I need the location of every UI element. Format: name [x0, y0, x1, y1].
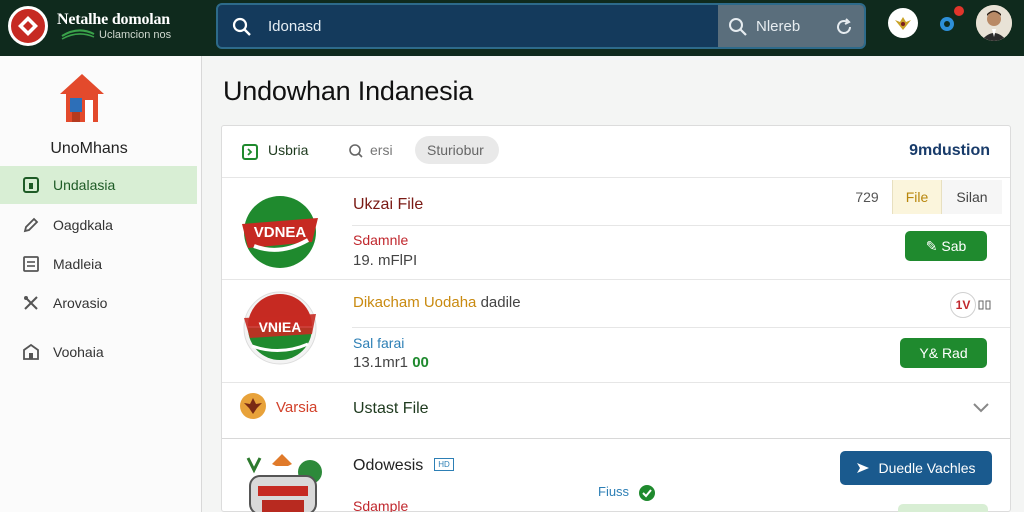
emblem-text: VDNEA: [254, 224, 307, 241]
center-label[interactable]: Fiuss: [598, 484, 629, 499]
hd-tag: HD: [434, 458, 454, 471]
row-divider: [222, 279, 1010, 280]
file-subtitle: Sdamnle: [353, 232, 409, 248]
search-bar[interactable]: Idonasd Nlereb: [216, 3, 866, 49]
tab-sturiobur[interactable]: Sturiobur: [415, 136, 499, 164]
status-badge[interactable]: 1V: [950, 292, 976, 318]
row-divider: [352, 225, 1010, 226]
partial-button[interactable]: [898, 504, 988, 512]
content-card: Usbria ersi Sturiobur 9mdustion 729 File…: [221, 125, 1011, 512]
refresh-icon[interactable]: [834, 17, 854, 37]
sidebar-item-label: Oagdkala: [53, 217, 113, 233]
house-logo-icon: [60, 74, 104, 122]
file-meta: 19. mFlPI: [353, 252, 418, 269]
temple-illustration-icon: [246, 454, 322, 512]
tab-label: Sturiobur: [427, 142, 484, 158]
sidebar-item-arovasio[interactable]: Arovasio: [0, 284, 197, 322]
chevron-down-icon[interactable]: [972, 402, 990, 414]
user-avatar-icon: [976, 5, 1012, 41]
file-meta: 13.1mr1 00: [353, 354, 429, 371]
check-circle-icon: [639, 485, 655, 501]
file-title[interactable]: Dikacham Uodaha dadile: [353, 294, 521, 311]
read-button[interactable]: Y& Rad: [900, 338, 987, 368]
sidebar: UnoMhans Undalasia Oagdkala Madleia Arov…: [0, 56, 202, 512]
file-subtitle: Sal farai: [353, 335, 405, 351]
page-title: Undowhan Indanesia: [223, 76, 474, 106]
row-divider: [222, 438, 1010, 439]
brand-subtitle: Uclamcion nos: [99, 29, 172, 41]
tools-icon: [24, 296, 38, 310]
green-square-icon: [242, 144, 258, 160]
tab-ersi[interactable]: ersi: [370, 142, 393, 158]
file-subtitle: Sdample: [353, 498, 409, 512]
row-divider: [222, 382, 1010, 383]
search-query-text: Idonasd: [268, 18, 322, 35]
search-filter-text: Nlereb: [756, 18, 801, 35]
emblem-text: VNIEA: [259, 319, 302, 335]
tab-usbria[interactable]: Usbria: [268, 142, 308, 158]
count-cell: 729: [855, 189, 879, 205]
search-filter-area[interactable]: Nlereb: [718, 5, 864, 47]
garuda-icon[interactable]: [888, 8, 918, 38]
brand-swoosh-icon: [61, 29, 95, 40]
avatar[interactable]: [976, 5, 1012, 41]
search-icon: [232, 17, 251, 36]
filter-search-icon: [729, 18, 747, 36]
row-divider: [352, 327, 1010, 328]
send-icon: [857, 463, 870, 473]
sidebar-item-undalasia[interactable]: Undalasia: [0, 166, 197, 204]
pen-icon: [23, 217, 39, 233]
search-icon: [349, 144, 363, 158]
garuda-badge-icon: [240, 393, 266, 419]
sidebar-item-voohaia[interactable]: Voohaia: [0, 333, 197, 371]
file-title[interactable]: Odowesis: [353, 457, 423, 475]
expander-label[interactable]: Ustast File: [353, 400, 429, 418]
list-icon: [23, 256, 39, 272]
top-bar: Netalhe domolan Uclamcion nos Idonasd Nl…: [0, 0, 1024, 56]
card-header: Usbria ersi Sturiobur 9mdustion: [222, 126, 1010, 178]
sidebar-item-madleia[interactable]: Madleia: [0, 245, 197, 283]
section-heading[interactable]: 9mdustion: [909, 142, 990, 160]
logo-emblem-icon: [18, 16, 38, 36]
version-tag: Varsia: [276, 399, 318, 416]
sidebar-item-label: Arovasio: [53, 295, 108, 311]
bell-icon: [940, 17, 954, 31]
building-icon: [23, 343, 39, 360]
size-cell[interactable]: Silan: [942, 180, 1002, 214]
sidebar-item-label: Undalasia: [53, 177, 116, 193]
notification-icon[interactable]: [932, 6, 964, 38]
emblem-bird-icon: [895, 17, 911, 30]
download-button-label: Duedle Vachles: [878, 460, 976, 476]
search-input[interactable]: Idonasd: [218, 5, 718, 47]
more-icon[interactable]: [978, 299, 992, 311]
file-title[interactable]: Ukzai File: [353, 196, 423, 214]
save-button[interactable]: ✎ Sab: [905, 231, 987, 261]
square-icon: [23, 177, 39, 193]
sidebar-item-oagdkala[interactable]: Oagdkala: [0, 206, 197, 244]
notification-dot: [954, 6, 964, 16]
sidebar-item-label: Madleia: [53, 256, 103, 272]
flag-emblem-icon: VNIEA: [243, 291, 317, 365]
download-button[interactable]: Duedle Vachles: [840, 451, 992, 485]
file-cell[interactable]: File: [892, 180, 942, 214]
sidebar-title: UnoMhans: [50, 140, 128, 157]
flag-emblem-icon: VDNEA: [242, 196, 318, 268]
sidebar-item-label: Voohaia: [53, 344, 104, 360]
app-logo[interactable]: [8, 6, 48, 46]
